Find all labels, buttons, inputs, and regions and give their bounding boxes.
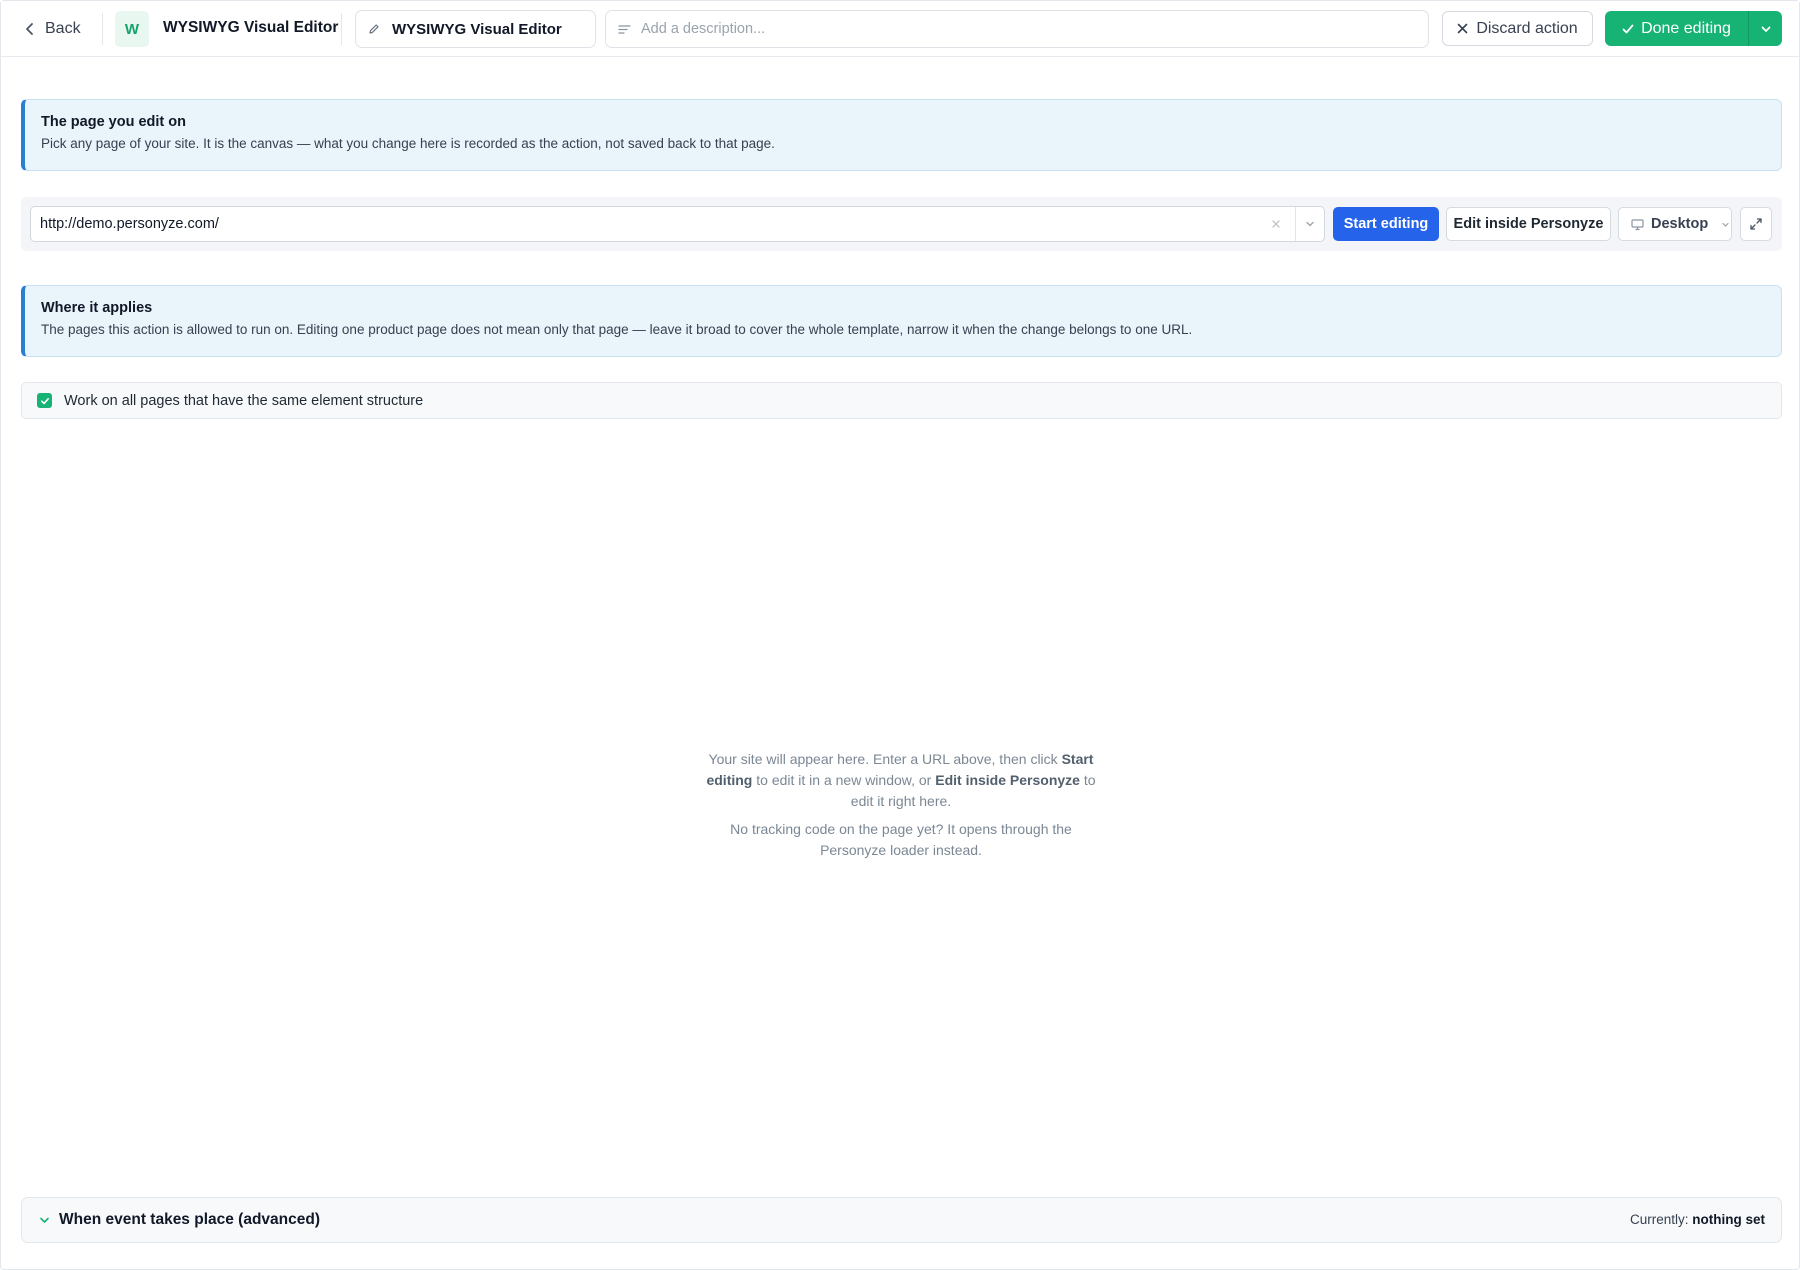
device-select[interactable]: Desktop [1618,207,1732,241]
applies-info-text: The pages this action is allowed to run … [41,322,1193,337]
applies-info-panel: Where it applies The pages this action i… [21,285,1782,357]
action-name-field[interactable]: WYSIWYG Visual Editor [355,10,596,48]
canvas-placeholder: Your site will appear here. Enter a URL … [701,749,1101,868]
placeholder-edit-inside-ref: Edit inside Personyze [935,772,1080,788]
placeholder-text: to edit it in a new window, or [752,772,936,788]
divider [341,13,342,45]
discard-label: Discard action [1476,19,1578,37]
advanced-title: When event takes place (advanced) [59,1211,321,1228]
done-editing-group: Done editing [1605,11,1782,46]
pencil-icon [369,24,379,34]
app-title: WYSIWYG Visual Editor [163,19,339,36]
action-name-value: WYSIWYG Visual Editor [392,20,562,38]
placeholder-instructions: Your site will appear here. Enter a URL … [701,749,1101,812]
app-logo-badge: W [115,11,149,47]
canvas-info-text: Pick any page of your site. It is the ca… [41,136,775,151]
discard-action-button[interactable]: Discard action [1442,11,1593,46]
back-label: Back [45,20,81,37]
text-lines-icon [618,24,631,34]
url-input[interactable] [31,207,1271,241]
applies-info-title: Where it applies [41,300,153,316]
url-field[interactable] [30,206,1325,242]
chevron-down-icon[interactable] [1304,218,1316,230]
chevron-down-icon [40,1217,49,1223]
canvas-info-panel: The page you edit on Pick any page of yo… [21,99,1782,171]
same-structure-option[interactable]: Work on all pages that have the same ele… [21,382,1782,419]
device-label: Desktop [1651,216,1709,232]
check-icon [40,397,49,404]
edit-inside-button[interactable]: Edit inside Personyze [1446,207,1611,241]
description-input[interactable] [641,21,1428,37]
divider [102,13,103,45]
placeholder-tracking-note: No tracking code on the page yet? It ope… [730,821,1072,858]
done-label: Done editing [1641,19,1731,37]
expand-icon [1750,218,1762,230]
url-toolbar: Start editing Edit inside Personyze Desk… [21,197,1782,251]
same-structure-label: Work on all pages that have the same ele… [64,392,424,409]
clear-icon[interactable] [1270,218,1282,230]
same-structure-checkbox[interactable] [37,393,52,408]
monitor-icon [1631,218,1644,230]
start-editing-button[interactable]: Start editing [1333,207,1439,241]
chevron-left-icon [26,23,33,35]
chevron-down-icon [1722,222,1729,227]
done-options-button[interactable] [1749,11,1782,46]
placeholder-text: Your site will appear here. Enter a URL … [708,751,1062,767]
currently-label: Currently: [1629,1212,1689,1227]
currently-value: nothing set [1692,1212,1765,1227]
done-editing-button[interactable]: Done editing [1605,11,1748,46]
description-field[interactable] [605,10,1429,48]
close-icon [1458,23,1468,34]
back-button[interactable]: Back [23,15,81,43]
canvas-info-title: The page you edit on [41,114,187,130]
advanced-event-accordion[interactable]: When event takes place (advanced) Curren… [21,1197,1782,1243]
divider [1295,207,1296,241]
top-bar: Back W WYSIWYG Visual Editor WYSIWYG Vis… [1,1,1799,57]
editor-window: Back W WYSIWYG Visual Editor WYSIWYG Vis… [0,0,1800,1270]
chevron-down-icon [1761,26,1770,32]
advanced-status: Currently: nothing set [1630,1212,1765,1227]
fullscreen-button[interactable] [1740,207,1772,241]
check-icon [1622,24,1634,33]
